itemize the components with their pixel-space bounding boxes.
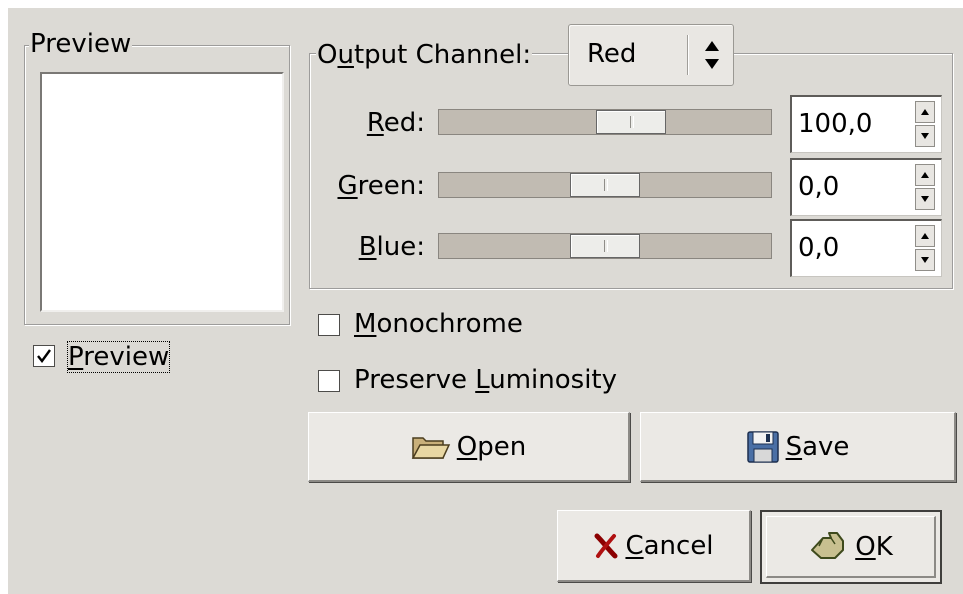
red-increment-button[interactable] bbox=[915, 101, 935, 123]
preserve-luminosity-checkbox[interactable] bbox=[318, 370, 340, 392]
green-increment-button[interactable] bbox=[915, 164, 935, 186]
blue-value[interactable]: 0,0 bbox=[798, 233, 839, 263]
ok-button-label: OK bbox=[855, 532, 893, 562]
blue-decrement-button[interactable] bbox=[915, 249, 935, 271]
ok-hand-icon bbox=[811, 532, 845, 559]
output-channel-value: Red bbox=[587, 39, 637, 69]
preview-checkbox[interactable] bbox=[33, 345, 55, 367]
red-spinbutton[interactable]: 100,0 bbox=[790, 95, 942, 153]
green-spinbutton[interactable]: 0,0 bbox=[790, 158, 942, 216]
green-label: Green: bbox=[337, 171, 425, 201]
checkmark-icon bbox=[37, 349, 51, 363]
open-button-label: Open bbox=[456, 431, 527, 462]
updown-arrows-icon bbox=[705, 41, 719, 69]
blue-increment-button[interactable] bbox=[915, 225, 935, 247]
ok-button[interactable]: OK bbox=[760, 510, 942, 584]
red-decrement-button[interactable] bbox=[915, 125, 935, 147]
cancel-button-label: Cancel bbox=[625, 530, 714, 561]
green-value[interactable]: 0,0 bbox=[798, 172, 839, 202]
blue-spinbutton[interactable]: 0,0 bbox=[790, 219, 942, 277]
red-slider[interactable] bbox=[438, 109, 772, 135]
output-channel-combo[interactable]: Red bbox=[568, 24, 734, 86]
floppy-disk-icon bbox=[746, 430, 779, 463]
green-slider[interactable] bbox=[438, 172, 772, 198]
combo-separator bbox=[687, 35, 688, 75]
preview-checkbox-label[interactable]: Preview bbox=[66, 341, 171, 373]
save-button[interactable]: Save bbox=[640, 412, 956, 482]
preserve-luminosity-label[interactable]: Preserve Luminosity bbox=[354, 365, 617, 395]
folder-open-icon bbox=[411, 436, 450, 459]
green-slider-thumb[interactable] bbox=[570, 173, 640, 197]
preview-canvas bbox=[40, 72, 284, 312]
blue-slider[interactable] bbox=[438, 233, 772, 259]
cancel-button[interactable]: Cancel bbox=[557, 510, 751, 582]
cancel-x-icon bbox=[594, 533, 618, 558]
channel-mixer-dialog: Preview Preview Output Channel: Red Red:… bbox=[8, 8, 963, 594]
preview-frame-title: Preview bbox=[29, 29, 133, 59]
blue-slider-thumb[interactable] bbox=[570, 234, 640, 258]
save-button-label: Save bbox=[785, 431, 850, 462]
open-button[interactable]: Open bbox=[308, 412, 630, 482]
red-value[interactable]: 100,0 bbox=[798, 109, 872, 139]
monochrome-checkbox[interactable] bbox=[318, 314, 340, 336]
red-label: Red: bbox=[366, 108, 425, 138]
green-decrement-button[interactable] bbox=[915, 188, 935, 210]
output-channel-label: Output Channel: bbox=[316, 40, 533, 70]
monochrome-label[interactable]: Monochrome bbox=[354, 309, 523, 339]
blue-label: Blue: bbox=[358, 232, 425, 262]
red-slider-thumb[interactable] bbox=[596, 110, 666, 134]
